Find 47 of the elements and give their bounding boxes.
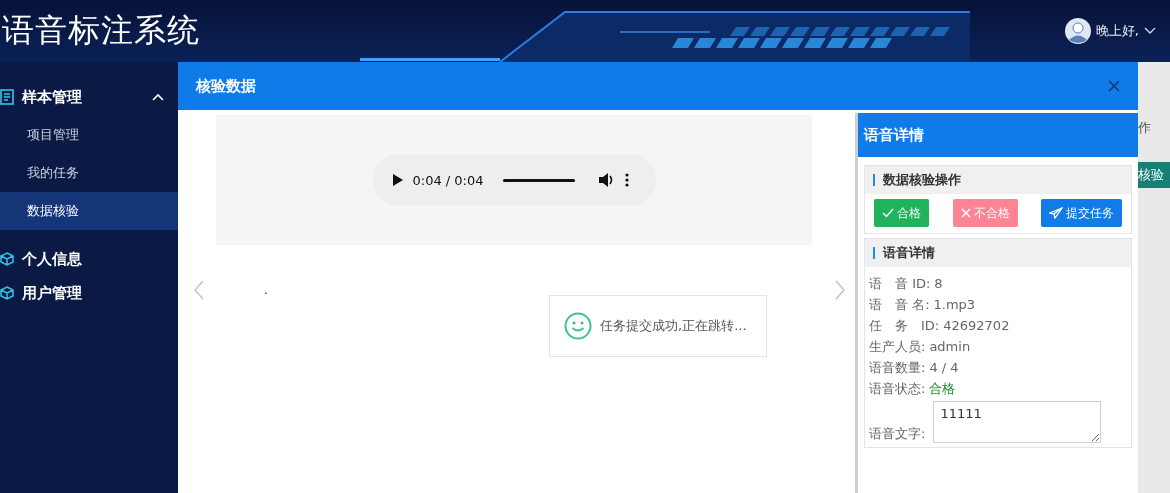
field-value: 8 bbox=[934, 275, 943, 293]
paper-plane-icon bbox=[1049, 207, 1063, 219]
caption-text: . bbox=[264, 285, 268, 295]
field-label: 语 音 名: bbox=[869, 296, 930, 314]
cross-icon bbox=[960, 208, 971, 218]
app-title: 语音标注系统 bbox=[1, 10, 200, 51]
card-title: 数据核验操作 bbox=[883, 171, 961, 189]
menu-group[interactable]: 用户管理 bbox=[0, 278, 178, 308]
smiley-icon bbox=[564, 312, 592, 340]
modal-title: 核验数据 bbox=[196, 76, 256, 96]
check-icon bbox=[882, 208, 894, 218]
play-icon[interactable] bbox=[392, 174, 403, 186]
field-label: 语 音 ID: bbox=[869, 275, 931, 293]
chevron-up-icon bbox=[152, 93, 164, 101]
volume-icon[interactable] bbox=[598, 173, 615, 187]
field-label: 生产人员: bbox=[869, 338, 926, 356]
field-value: 4 / 4 bbox=[929, 359, 959, 377]
time-text: 0:04 / 0:04 bbox=[412, 172, 485, 188]
text-area[interactable]: 11111 bbox=[933, 401, 1102, 443]
submit-button[interactable]: 提交任务 bbox=[1041, 199, 1122, 227]
chevron-down-icon[interactable] bbox=[1144, 27, 1156, 35]
field-value: 1.mp3 bbox=[933, 296, 976, 314]
menu-group[interactable]: 个人信息 bbox=[0, 244, 178, 274]
field-value: admin bbox=[929, 338, 971, 356]
card-title: 语音详情 bbox=[883, 244, 935, 262]
field-label: 语音数量: bbox=[869, 359, 926, 377]
menu-group[interactable]: 样本管理 bbox=[0, 82, 178, 112]
menu-item[interactable]: 我的任务 bbox=[0, 154, 178, 192]
menu-item[interactable]: 项目管理 bbox=[0, 116, 178, 154]
close-icon[interactable] bbox=[1108, 80, 1120, 92]
field-value: 42692702 bbox=[943, 317, 1010, 335]
status-value: 合格 bbox=[929, 380, 956, 398]
background-button[interactable]: 核验 bbox=[1138, 162, 1170, 188]
audio-player[interactable]: 0:04 / 0:04 bbox=[372, 154, 656, 206]
field-label: 任 务 ID: bbox=[869, 317, 940, 335]
avatar-icon[interactable] bbox=[1064, 18, 1091, 44]
toast-message: 任务提交成功,正在跳转... bbox=[600, 317, 747, 335]
field-label: 语音状态: bbox=[869, 380, 926, 398]
more-icon[interactable] bbox=[624, 173, 629, 187]
greeting-text[interactable]: 晚上好, bbox=[1095, 22, 1139, 40]
menu-item[interactable]: 数据核验 bbox=[0, 192, 178, 230]
cube-icon bbox=[0, 252, 14, 266]
background-text: 作 bbox=[1138, 119, 1152, 137]
panel-title: 语音详情 bbox=[864, 125, 924, 145]
cube-icon bbox=[0, 286, 14, 300]
list-icon bbox=[0, 89, 14, 105]
field-label: 语音文字: bbox=[869, 425, 926, 443]
